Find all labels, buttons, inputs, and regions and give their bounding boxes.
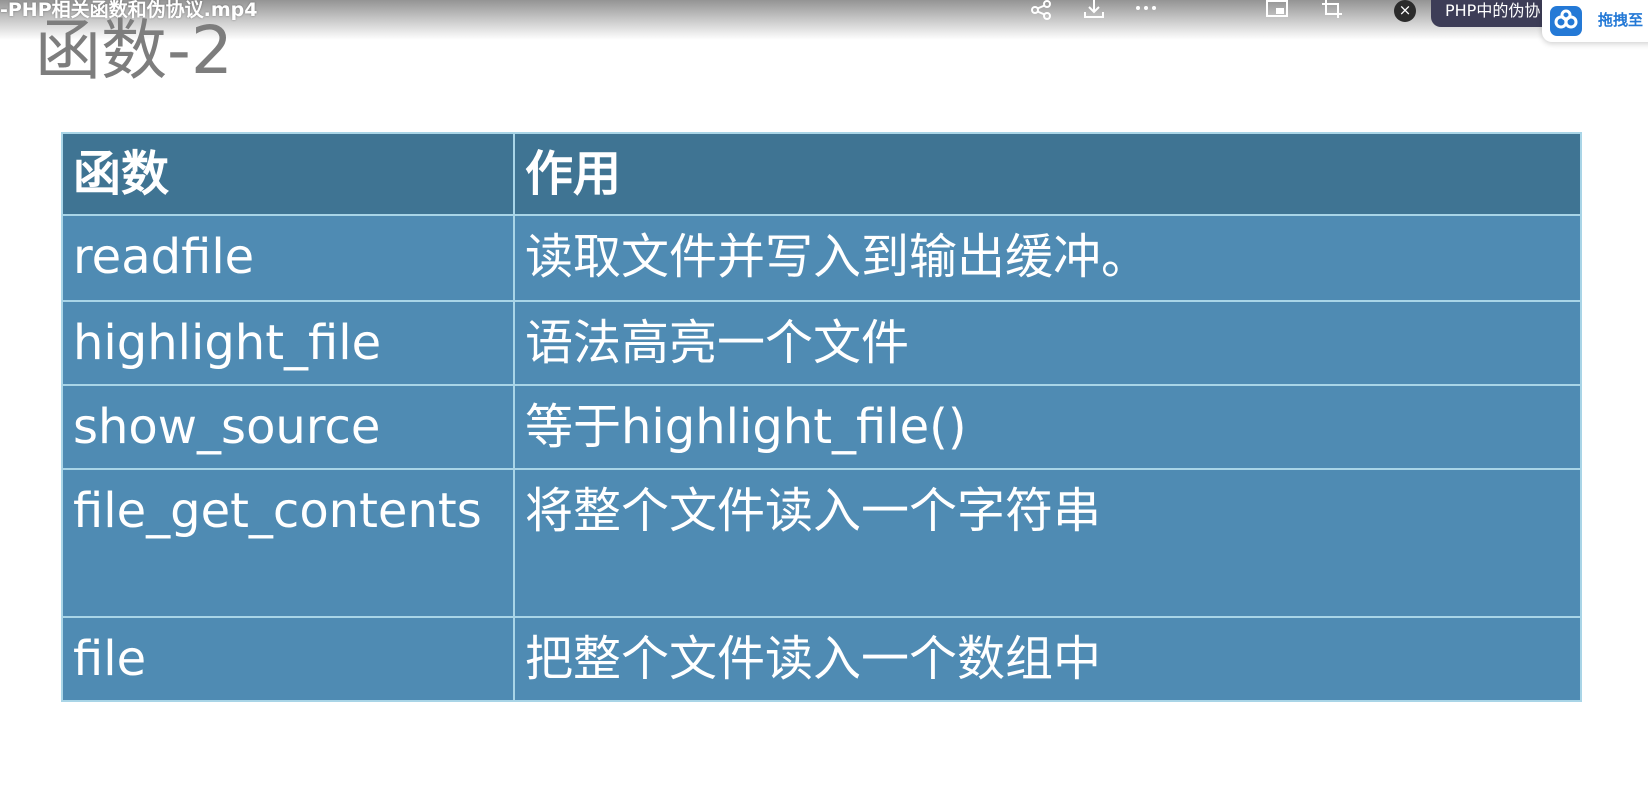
- function-name-cell: highlight_file: [61, 300, 515, 386]
- slide-title: 函数-2: [35, 12, 233, 89]
- picture-in-picture-icon[interactable]: [1264, 0, 1290, 20]
- function-name-cell: show_source: [61, 384, 515, 470]
- download-icon[interactable]: [1081, 0, 1107, 20]
- function-desc-cell: 将整个文件读入一个字符串: [513, 468, 1582, 618]
- table-row: file_get_contents 将整个文件读入一个字符串: [61, 468, 1582, 618]
- baidu-drag-button[interactable]: 拖拽至: [1542, 0, 1648, 42]
- close-icon[interactable]: ×: [1394, 0, 1416, 22]
- function-table: 函数 作用 readfile 读取文件并写入到输出缓冲。 highlight_f…: [61, 132, 1582, 702]
- table-header-function: 函数: [61, 132, 515, 216]
- function-desc-cell: 语法高亮一个文件: [513, 300, 1582, 386]
- function-name-cell: file_get_contents: [61, 468, 515, 618]
- table-row: highlight_file 语法高亮一个文件: [61, 300, 1582, 386]
- table-header-row: 函数 作用: [61, 132, 1582, 216]
- function-name-cell: readfile: [61, 214, 515, 302]
- table-row: file 把整个文件读入一个数组中: [61, 616, 1582, 702]
- function-desc-cell: 把整个文件读入一个数组中: [513, 616, 1582, 702]
- function-desc-cell: 读取文件并写入到输出缓冲。: [513, 214, 1582, 302]
- table-header-purpose: 作用: [513, 132, 1582, 216]
- more-icon[interactable]: [1133, 0, 1159, 20]
- table-row: readfile 读取文件并写入到输出缓冲。: [61, 214, 1582, 302]
- function-name-cell: file: [61, 616, 515, 702]
- function-desc-cell: 等于highlight_file(): [513, 384, 1582, 470]
- table-row: show_source 等于highlight_file(): [61, 384, 1582, 470]
- screenshot-icon[interactable]: [1320, 0, 1346, 20]
- baidu-drag-label: 拖拽至: [1598, 11, 1644, 29]
- share-icon[interactable]: [1028, 0, 1054, 20]
- baidu-netdisk-icon: [1550, 6, 1582, 36]
